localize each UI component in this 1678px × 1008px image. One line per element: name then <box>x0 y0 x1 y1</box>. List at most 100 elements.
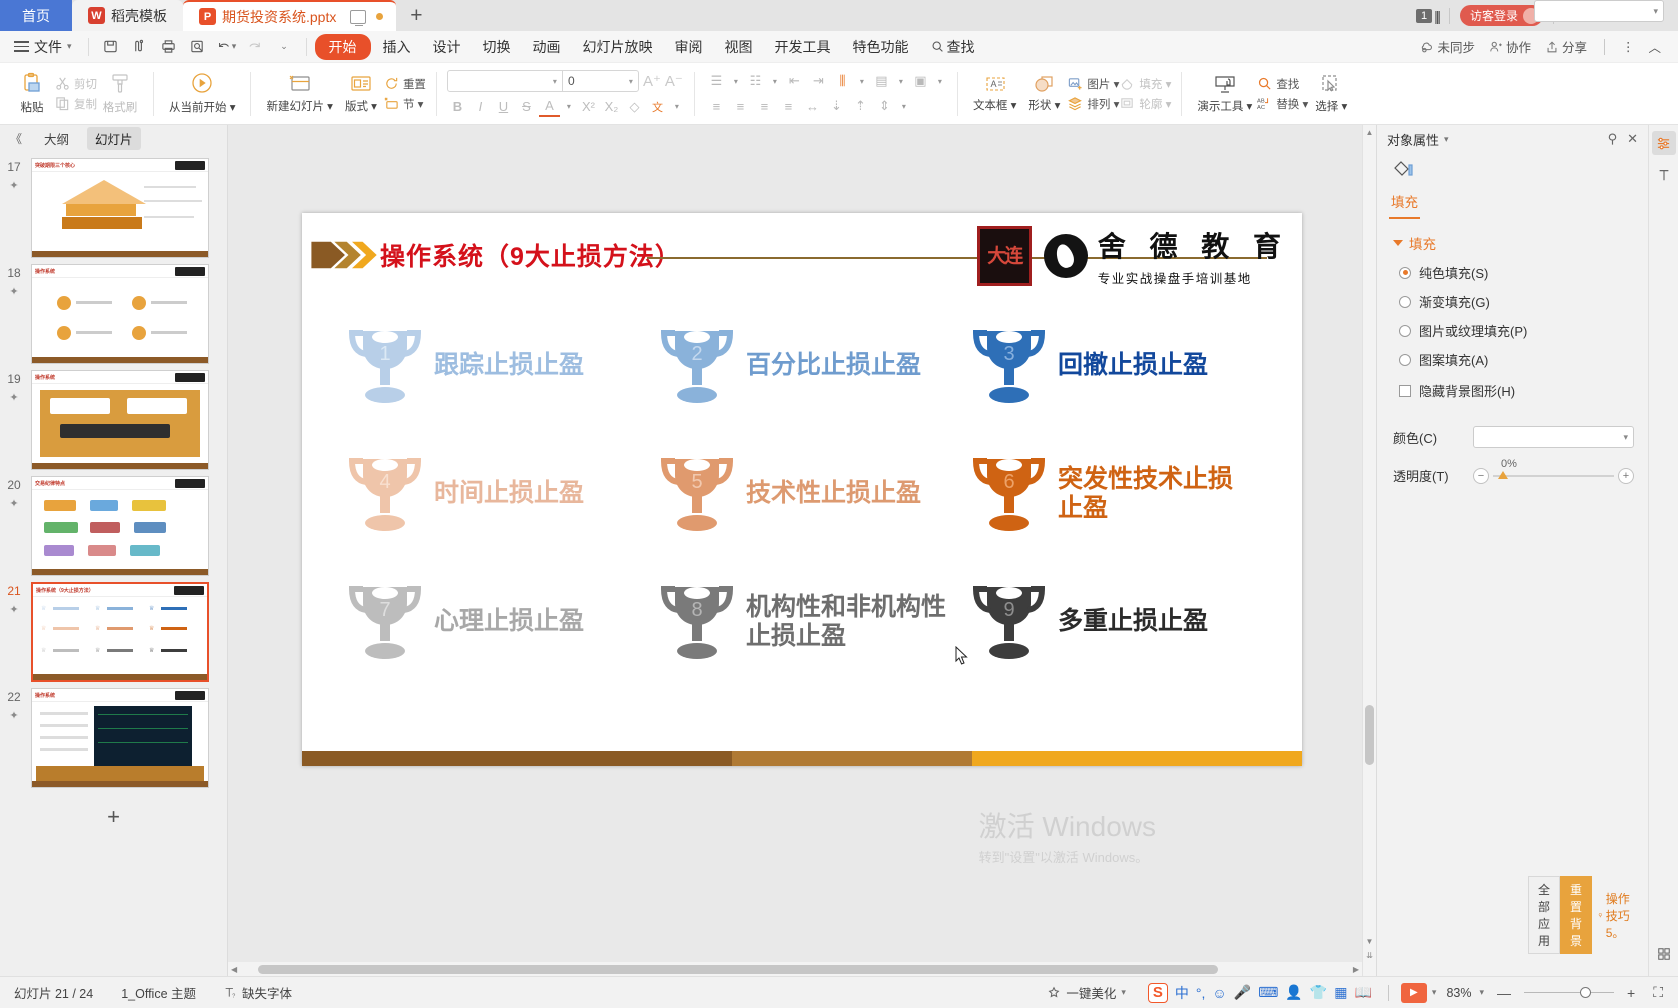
ribbon-tab-design[interactable]: 设计 <box>423 34 471 60</box>
close-icon[interactable]: ✕ <box>1627 131 1638 147</box>
scroll-right-icon[interactable]: ▶ <box>1350 965 1362 974</box>
zoom-slider-track[interactable] <box>1524 986 1614 998</box>
fill-preview-select[interactable]: ▾ <box>1534 0 1664 22</box>
trophy-item-8[interactable]: 8 机构性和非机构性止损止盈 <box>658 579 970 665</box>
numbered-chevron-icon[interactable]: ▾ <box>768 77 782 86</box>
font-name-input[interactable] <box>448 71 548 91</box>
align-center-button[interactable]: ≡ <box>729 96 752 117</box>
horizontal-scroll-thumb[interactable] <box>258 964 1219 974</box>
ribbon-tab-transition[interactable]: 切换 <box>473 34 521 60</box>
slide-thumbnail-20[interactable]: 20 ✦ 交易纪律特点 <box>0 473 227 579</box>
print-icon[interactable] <box>155 34 182 60</box>
trophy-item-5[interactable]: 5 技术性止损止盈 <box>658 451 970 537</box>
smartart-button[interactable]: ▣ <box>909 71 932 92</box>
undo-icon[interactable]: ▾ <box>213 34 240 60</box>
ime-punctuation-icon[interactable]: °, <box>1196 985 1206 1001</box>
grow-font-button[interactable]: A⁺ <box>643 72 661 90</box>
font-color-chevron-icon[interactable]: ▾ <box>562 102 576 111</box>
properties-panel-icon[interactable] <box>1651 131 1676 155</box>
paste-button[interactable]: 粘贴 <box>9 72 55 115</box>
slide-title[interactable]: 操作系统（9大止损方法） <box>380 237 681 273</box>
scroll-left-icon[interactable]: ◀ <box>228 965 240 974</box>
underline-button[interactable]: U <box>493 96 514 117</box>
ime-skin-icon[interactable]: 👕 <box>1310 984 1327 1001</box>
thumbnail[interactable]: 操作系统 <box>31 370 209 470</box>
slideshow-button[interactable]: ▶ ▾ <box>1397 982 1441 1003</box>
clear-format-button[interactable]: ◇ <box>624 96 645 117</box>
font-color-button[interactable]: A <box>538 96 560 117</box>
align-left-button[interactable]: ≡ <box>705 96 728 117</box>
ime-emoji-icon[interactable]: ☺ <box>1212 985 1226 1001</box>
bullet-chevron-icon[interactable]: ▾ <box>729 77 743 86</box>
zoom-level-label[interactable]: 83% <box>1446 986 1471 1000</box>
tab-screen-icon[interactable] <box>350 9 367 26</box>
shrink-font-button[interactable]: A⁻ <box>665 72 683 90</box>
thumbnail-current[interactable]: 操作系统（9大止损方法） ♕ ♕ ♕ ♕ ♕ ♕ ♕ ♕ ♕ <box>31 582 209 682</box>
file-menu-button[interactable]: 文件 ▾ <box>6 37 80 57</box>
copy-button[interactable]: 复制 <box>55 96 97 112</box>
slide-thumbnail-21[interactable]: 21 ✦ 操作系统（9大止损方法） ♕ ♕ ♕ ♕ ♕ ♕ ♕ ♕ ♕ <box>0 579 227 685</box>
radio-picture-texture-fill[interactable]: 图片或纹理填充(P) <box>1399 321 1648 340</box>
print-preview-icon[interactable] <box>184 34 211 60</box>
textbox-button[interactable]: A 文本框 ▾ <box>968 74 1021 113</box>
beautify-button[interactable]: 一键美化 ▾ <box>1043 983 1140 1002</box>
opacity-decrease-button[interactable]: − <box>1473 467 1489 484</box>
superscript-button[interactable]: X² <box>578 96 599 117</box>
fill-bucket-icon[interactable] <box>1391 159 1415 181</box>
slide-thumbnail-19[interactable]: 19 ✦ 操作系统 <box>0 367 227 473</box>
ribbon-tab-animation[interactable]: 动画 <box>523 34 571 60</box>
present-tools-button[interactable]: 演示工具 ▾ <box>1192 73 1257 114</box>
justify-button[interactable]: ≡ <box>777 96 800 117</box>
thumbnail[interactable]: 操作系统 <box>31 264 209 364</box>
text-direction-chevron-icon[interactable]: ▾ <box>855 77 869 86</box>
opacity-slider[interactable]: − 0% + <box>1473 458 1634 484</box>
line-spacing-button[interactable]: ⇕ <box>873 96 896 117</box>
font-name-chevron-icon[interactable]: ▾ <box>548 77 562 86</box>
decrease-indent-button[interactable]: ⇤ <box>783 71 806 92</box>
ribbon-tab-view[interactable]: 视图 <box>715 34 763 60</box>
numbered-list-button[interactable]: ☷ <box>744 71 767 92</box>
apply-all-button[interactable]: 全部应用 <box>1528 876 1561 954</box>
tab-presentation-file[interactable]: P 期货投资系统.pptx <box>183 0 397 31</box>
bold-button[interactable]: B <box>447 96 468 117</box>
bullet-list-button[interactable]: ☰ <box>705 71 728 92</box>
line-spacing-decrease-button[interactable]: ⇣ <box>825 96 848 117</box>
ribbon-tab-start[interactable]: 开始 <box>314 33 371 60</box>
opacity-increase-button[interactable]: + <box>1618 467 1634 484</box>
font-size-chevron-icon[interactable]: ▾ <box>624 77 638 86</box>
slide-count-status[interactable]: 幻灯片 21 / 24 <box>10 983 107 1002</box>
slide-thumbnail-18[interactable]: 18 ✦ 操作系统 <box>0 261 227 367</box>
canvas-vertical-scrollbar[interactable]: ▲ ▼ ⇊ <box>1362 125 1376 976</box>
thumbnail[interactable]: 操作系统 <box>31 688 209 788</box>
radio-gradient-fill[interactable]: 渐变填充(G) <box>1399 292 1648 311</box>
tips-link[interactable]: 操作技巧5。 <box>1598 890 1632 941</box>
align-right-button[interactable]: ≡ <box>753 96 776 117</box>
arrange-button[interactable]: 排列 ▾ <box>1067 96 1119 112</box>
ime-chinese-icon[interactable]: 中 <box>1175 983 1189 1003</box>
text-panel-icon[interactable] <box>1652 163 1676 187</box>
trophy-item-6[interactable]: 6 突发性技术止损止盈 <box>970 451 1282 537</box>
slide-canvas[interactable]: 操作系统（9大止损方法） 大连 舍 德 教 育 专业实战操盘手培训基地 1 跟踪… <box>302 213 1302 766</box>
thumbnail[interactable]: 交易纪律特点 <box>31 476 209 576</box>
zoom-chevron-icon[interactable]: ▾ <box>1479 987 1484 998</box>
ime-account-icon[interactable]: 👤 <box>1285 984 1302 1001</box>
chevron-down-icon[interactable]: ▾ <box>1121 987 1126 998</box>
smartart-chevron-icon[interactable]: ▾ <box>933 77 947 86</box>
radio-solid-fill[interactable]: 纯色填充(S) <box>1399 263 1648 282</box>
fit-to-window-button[interactable]: ⛶ <box>1648 984 1668 1001</box>
more-options-button[interactable]: ⋮ <box>1617 37 1640 56</box>
reset-background-button[interactable]: 重置背景 <box>1560 876 1593 954</box>
canvas-horizontal-scrollbar[interactable]: ◀ ▶ <box>228 962 1362 976</box>
section-button[interactable]: 节 ▾ <box>384 96 426 112</box>
page-count-badge[interactable]: 1 ||| <box>1415 8 1441 24</box>
theme-status[interactable]: 1_Office 主题 <box>107 983 210 1002</box>
format-painter-button[interactable]: 格式刷 <box>97 72 143 115</box>
reset-button[interactable]: 重置 <box>384 76 426 92</box>
color-select[interactable]: ▾ <box>1473 426 1634 448</box>
subscript-button[interactable]: X₂ <box>601 96 622 117</box>
collapse-panel-button[interactable]: 《 <box>6 130 26 147</box>
new-slide-button[interactable]: 新建幻灯片 ▾ <box>261 73 337 114</box>
ime-voice-icon[interactable]: 🎤 <box>1234 984 1251 1001</box>
picture-button[interactable]: 图片 ▾ <box>1067 76 1119 92</box>
ribbon-tab-review[interactable]: 审阅 <box>665 34 713 60</box>
